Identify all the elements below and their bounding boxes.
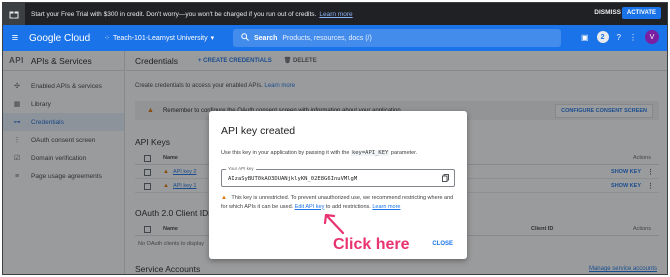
help-icon[interactable]: ? (617, 33, 621, 42)
desc-after: parameter. (390, 150, 418, 156)
avatar[interactable]: V (645, 30, 659, 44)
search-icon (241, 33, 249, 43)
app-frame: Start your Free Trial with $300 in credi… (2, 2, 668, 275)
google-cloud-logo[interactable]: Google Cloud (29, 33, 90, 44)
annotation-arrow-icon (323, 213, 345, 235)
notifications-badge[interactable]: 2 (596, 31, 609, 43)
api-key-label: Your API key (226, 166, 256, 171)
warning-icon: ▲ (221, 195, 227, 201)
search-bar[interactable]: Search Products, resources, docs (/) (233, 29, 561, 47)
dismiss-button[interactable]: DISMISS (594, 9, 621, 16)
edit-api-key-link[interactable]: Edit API key (295, 204, 325, 210)
project-selector[interactable]: ⁘ Teach-101-Learnyst University ▾ (104, 34, 215, 43)
dialog-description: Use this key in your application by pass… (221, 150, 417, 156)
api-key-field[interactable]: Your API key AIzaSyBUT0kAO3DUANjklyKN_02… (221, 166, 455, 187)
search-placeholder: Products, resources, docs (/) (282, 34, 372, 42)
hamburger-menu-icon[interactable]: ≡ (3, 32, 27, 44)
cloud-shell-icon[interactable]: ▣ (581, 33, 589, 42)
top-nav: ≡ Google Cloud ⁘ Teach-101-Learnyst Univ… (3, 25, 667, 51)
promo-message: Start your Free Trial with $300 in credi… (31, 10, 317, 18)
gift-icon (3, 3, 25, 25)
close-button[interactable]: CLOSE (432, 241, 453, 247)
api-key-value[interactable]: AIzaSyBUT0kAO3DUANjklyKN_02E8G6InuVMlgM (228, 176, 357, 182)
more-vert-icon[interactable]: ⋮ (629, 33, 637, 42)
click-here-annotation: Click here (333, 236, 410, 253)
top-icons: ▣ 2 ? ⋮ V (581, 30, 659, 44)
chevron-down-icon: ▾ (210, 35, 215, 42)
desc-before: Use this key in your application by pass… (221, 150, 350, 156)
api-key-dialog: API key created Use this key in your app… (209, 111, 467, 259)
project-name: Teach-101-Learnyst University (113, 34, 208, 42)
promo-learn-more-link[interactable]: Learn more (319, 11, 352, 18)
copy-icon[interactable] (442, 174, 449, 184)
activate-button[interactable]: ACTIVATE (621, 7, 661, 19)
search-label: Search (254, 34, 278, 42)
project-dots-icon: ⁘ (104, 35, 111, 42)
promo-banner: Start your Free Trial with $300 in credi… (3, 3, 667, 25)
desc-code: key=API_KEY (350, 150, 390, 156)
unrestricted-warning: ▲ This key is unrestricted. To prevent u… (221, 194, 457, 211)
dialog-learn-more-link[interactable]: Learn more (372, 204, 400, 210)
after-link-text: to add restrictions. (325, 203, 371, 210)
dialog-title: API key created (221, 125, 296, 137)
